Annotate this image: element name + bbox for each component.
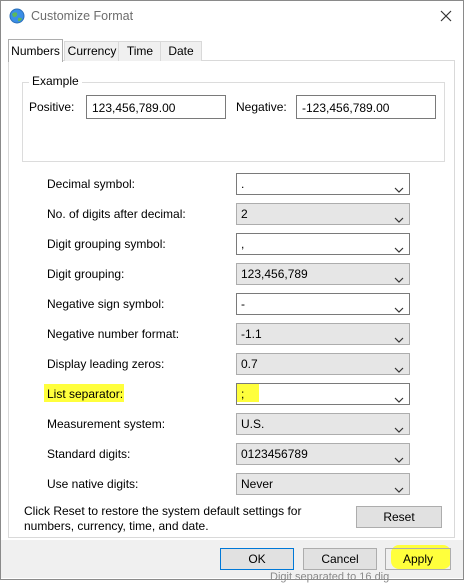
chevron-down-icon[interactable] (394, 420, 404, 433)
digit-grouping-value: 123,456,789 (241, 267, 308, 281)
digit-grouping-label: Digit grouping: (47, 267, 125, 281)
background-window-text: Digit separated to 16 dig (270, 571, 390, 583)
measurement-system-value: U.S. (241, 417, 265, 431)
window-title: Customize Format (31, 9, 134, 23)
no-of-digits-after-decimal-label: No. of digits after decimal: (47, 207, 186, 221)
measurement-system-combobox[interactable]: U.S. (236, 413, 410, 435)
decimal-symbol-combobox[interactable]: . (236, 173, 410, 195)
negative-sign-symbol-value: - (241, 297, 245, 311)
display-leading-zeros-value: 0.7 (241, 357, 258, 371)
negative-label: Negative: (236, 100, 287, 114)
negative-example-field: -123,456,789.00 (296, 95, 436, 119)
negative-sign-symbol-combobox[interactable]: - (236, 293, 410, 315)
tab-numbers[interactable]: Numbers (8, 39, 63, 62)
standard-digits-label: Standard digits: (47, 447, 131, 461)
use-native-digits-combobox[interactable]: Never (236, 473, 410, 495)
digit-grouping-symbol-value: , (241, 237, 245, 251)
chevron-down-icon[interactable] (394, 270, 404, 283)
measurement-system-label: Measurement system: (47, 417, 166, 431)
reset-button[interactable]: Reset (356, 506, 442, 528)
tab-time[interactable]: Time (118, 41, 162, 61)
decimal-symbol-value: . (241, 177, 245, 191)
chevron-down-icon[interactable] (394, 360, 404, 373)
standard-digits-value: 0123456789 (241, 447, 308, 461)
chevron-down-icon[interactable] (394, 210, 404, 223)
chevron-down-icon[interactable] (394, 480, 404, 493)
list-separator-combobox[interactable]: ; (236, 383, 410, 405)
cancel-button[interactable]: Cancel (303, 548, 377, 570)
digit-grouping-combobox[interactable]: 123,456,789 (236, 263, 410, 285)
display-leading-zeros-combobox[interactable]: 0.7 (236, 353, 410, 375)
apply-button[interactable]: Apply (385, 548, 451, 570)
chevron-down-icon[interactable] (394, 390, 404, 403)
example-group (22, 82, 445, 162)
negative-sign-symbol-label: Negative sign symbol: (47, 297, 165, 311)
globe-icon (9, 8, 25, 24)
example-group-label: Example (29, 74, 82, 88)
list-separator-label: List separator: (47, 387, 124, 401)
digit-grouping-symbol-label: Digit grouping symbol: (47, 237, 166, 251)
chevron-down-icon[interactable] (394, 180, 404, 193)
positive-label: Positive: (29, 100, 75, 114)
chevron-down-icon[interactable] (394, 300, 404, 313)
decimal-symbol-label: Decimal symbol: (47, 177, 136, 191)
negative-number-format-label: Negative number format: (47, 327, 180, 341)
chevron-down-icon[interactable] (394, 450, 404, 463)
standard-digits-combobox[interactable]: 0123456789 (236, 443, 410, 465)
chevron-down-icon[interactable] (394, 240, 404, 253)
digit-grouping-symbol-combobox[interactable]: , (236, 233, 410, 255)
positive-example-field: 123,456,789.00 (86, 95, 226, 119)
tab-currency[interactable]: Currency (64, 41, 120, 61)
use-native-digits-label: Use native digits: (47, 477, 139, 491)
list-separator-value: ; (241, 387, 245, 401)
negative-number-format-value: -1.1 (241, 327, 262, 341)
use-native-digits-value: Never (241, 477, 274, 491)
close-icon[interactable] (436, 6, 456, 26)
chevron-down-icon[interactable] (394, 330, 404, 343)
display-leading-zeros-label: Display leading zeros: (47, 357, 165, 371)
no-of-digits-after-decimal-value: 2 (241, 207, 248, 221)
no-of-digits-after-decimal-combobox[interactable]: 2 (236, 203, 410, 225)
negative-number-format-combobox[interactable]: -1.1 (236, 323, 410, 345)
tab-date[interactable]: Date (160, 41, 202, 61)
reset-note: Click Reset to restore the system defaul… (24, 504, 302, 533)
ok-button[interactable]: OK (220, 548, 294, 570)
